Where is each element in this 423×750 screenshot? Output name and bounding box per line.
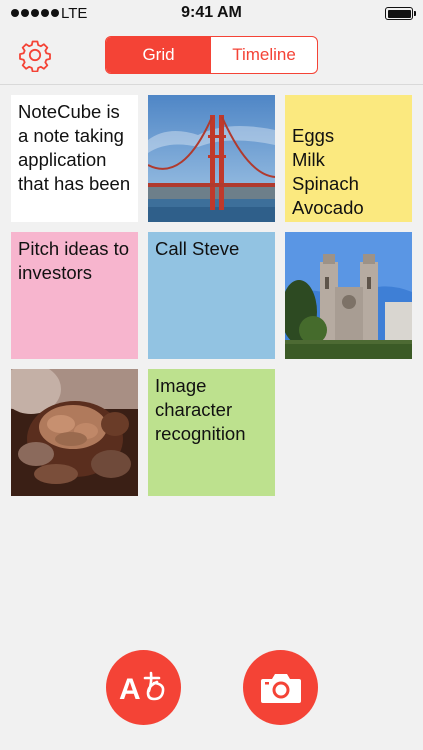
battery-icon [385,7,416,20]
camera-icon [260,673,301,703]
note-card[interactable]: Pitch ideas to investors [11,232,138,359]
tab-grid[interactable]: Grid [106,37,211,73]
status-time: 9:41 AM [181,4,242,21]
tab-timeline[interactable]: Timeline [211,37,317,73]
translate-icon: A [119,671,164,706]
note-text: NoteCube is a note taking application th… [18,101,131,194]
view-mode-segmented-control: Grid Timeline [105,36,318,74]
note-text: Pitch ideas to investors [18,238,130,283]
camera-button[interactable] [243,650,318,725]
ice-cream-photo [11,369,138,496]
gear-icon [19,40,51,73]
svg-text:A: A [119,673,141,706]
golden-gate-bridge-photo [148,95,275,222]
note-text: Image character recognition [155,375,246,444]
tab-grid-label: Grid [142,45,175,64]
settings-button[interactable] [18,38,52,73]
text-recognition-button[interactable]: A [106,650,181,725]
note-card[interactable]: Image character recognition [148,369,275,496]
note-card[interactable]: Call Steve [148,232,275,359]
note-card[interactable]: Eggs Milk Spinach Avocado Tomatoes [285,95,412,222]
status-bar: LTE 9:41 AM [0,0,423,26]
photo-note-card[interactable] [285,232,412,359]
note-text: Call Steve [155,238,240,259]
note-card[interactable]: NoteCube is a note taking application th… [11,95,138,222]
cathedral-photo [285,232,412,359]
photo-note-card[interactable] [11,369,138,496]
nav-bar: Grid Timeline [0,26,423,85]
tab-timeline-label: Timeline [232,45,296,64]
note-text: Eggs Milk Spinach Avocado Tomatoes [292,125,372,222]
photo-note-card[interactable] [148,95,275,222]
